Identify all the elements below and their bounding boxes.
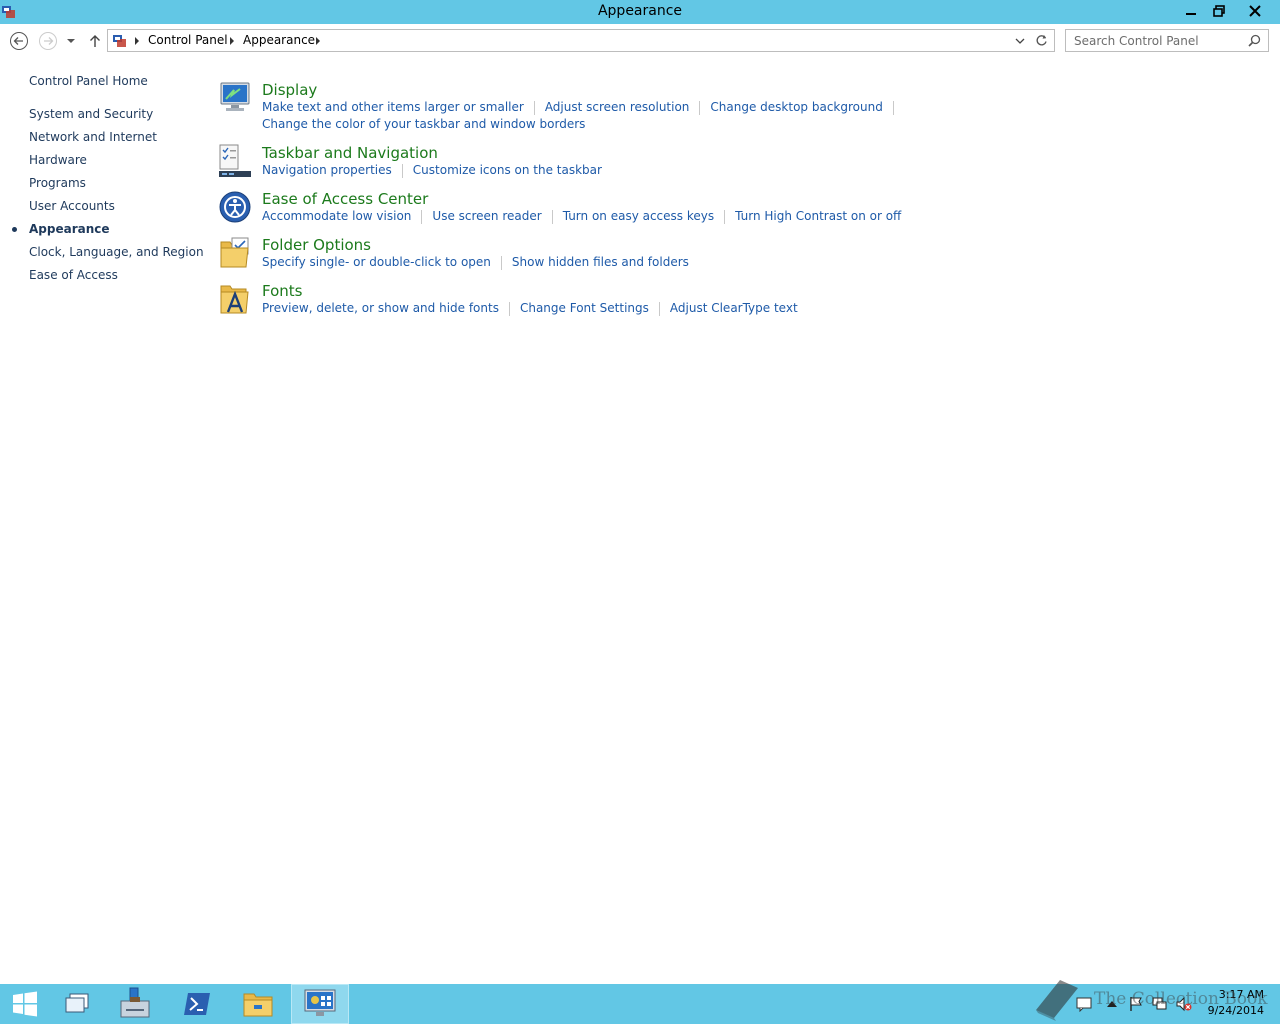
search-input[interactable] — [1066, 30, 1246, 51]
taskbar-app-control-panel[interactable] — [291, 984, 349, 1024]
window-title: Appearance — [597, 3, 683, 19]
powershell-icon — [184, 993, 210, 1015]
category-title[interactable]: Fonts — [262, 282, 302, 300]
category-links: Change the color of your taskbar and win… — [262, 117, 585, 131]
sidebar-item-programs[interactable]: Programs — [29, 176, 86, 190]
link-navigation-properties[interactable]: Navigation properties — [262, 163, 392, 177]
category-links: Preview, delete, or show and hide fonts C… — [262, 301, 798, 316]
link-taskbar-color[interactable]: Change the color of your taskbar and win… — [262, 117, 585, 131]
link-screen-resolution[interactable]: Adjust screen resolution — [545, 100, 690, 114]
address-dropdown-icon[interactable] — [1015, 37, 1025, 45]
breadcrumb-chevron-icon[interactable] — [134, 37, 140, 45]
watermark-text: The Collection Book — [1094, 989, 1268, 1009]
up-arrow-icon — [90, 35, 100, 47]
link-screen-reader[interactable]: Use screen reader — [432, 209, 541, 223]
server-manager-icon — [120, 987, 150, 1018]
taskbar-icon — [219, 144, 251, 177]
restore-button[interactable] — [1205, 0, 1233, 22]
link-low-vision[interactable]: Accommodate low vision — [262, 209, 411, 223]
folder-icon — [243, 993, 273, 1017]
divider — [533, 100, 535, 115]
sidebar-control-panel-home[interactable]: Control Panel Home — [29, 74, 148, 88]
chevron-down-icon — [67, 39, 75, 43]
category-links: Make text and other items larger or smal… — [262, 100, 904, 115]
link-cleartype[interactable]: Adjust ClearType text — [670, 301, 798, 315]
sidebar-item-clock-language-region[interactable]: Clock, Language, and Region — [29, 245, 204, 259]
link-customize-taskbar-icons[interactable]: Customize icons on the taskbar — [413, 163, 602, 177]
sidebar-item-system-and-security[interactable]: System and Security — [29, 107, 153, 121]
category-title[interactable]: Display — [262, 81, 317, 99]
breadcrumb-chevron-icon[interactable] — [229, 37, 235, 45]
divider — [551, 209, 553, 224]
taskbar-app-file-explorer[interactable] — [229, 984, 287, 1024]
link-access-keys[interactable]: Turn on easy access keys — [563, 209, 714, 223]
sidebar-item-network-and-internet[interactable]: Network and Internet — [29, 130, 157, 144]
taskbar: 3:17 AM 9/24/2014 — [0, 984, 1280, 1024]
divider — [508, 301, 510, 316]
minimize-button[interactable] — [1177, 0, 1205, 22]
link-hidden-files[interactable]: Show hidden files and folders — [512, 255, 689, 269]
divider — [421, 209, 423, 224]
breadcrumb-chevron-icon[interactable] — [315, 37, 321, 45]
control-panel-icon — [304, 989, 336, 1016]
sidebar-item-hardware[interactable]: Hardware — [29, 153, 87, 167]
taskbar-app-task-view[interactable] — [48, 984, 106, 1024]
taskbar-app-server-manager[interactable] — [106, 984, 164, 1024]
link-high-contrast[interactable]: Turn High Contrast on or off — [735, 209, 901, 223]
link-desktop-background[interactable]: Change desktop background — [710, 100, 882, 114]
forward-button[interactable] — [38, 31, 58, 51]
display-icon — [220, 82, 250, 111]
category-title[interactable]: Taskbar and Navigation — [262, 144, 438, 162]
control-panel-icon — [113, 35, 126, 47]
divider — [892, 100, 894, 115]
close-icon — [1249, 5, 1261, 17]
taskbar-app-powershell[interactable] — [168, 984, 226, 1024]
sidebar-item-user-accounts[interactable]: User Accounts — [29, 199, 115, 213]
folder-options-icon — [220, 237, 249, 268]
link-text-size[interactable]: Make text and other items larger or smal… — [262, 100, 524, 114]
search-box[interactable] — [1065, 29, 1269, 52]
forward-arrow-icon — [39, 32, 57, 50]
title-bar: Appearance — [0, 0, 1280, 24]
recent-locations-button[interactable] — [63, 31, 79, 51]
breadcrumb-control-panel[interactable]: Control Panel — [148, 33, 228, 47]
link-click-to-open[interactable]: Specify single- or double-click to open — [262, 255, 491, 269]
category-title[interactable]: Ease of Access Center — [262, 190, 428, 208]
fonts-icon — [220, 285, 249, 314]
ease-of-access-icon — [219, 191, 251, 223]
refresh-icon[interactable] — [1035, 34, 1048, 47]
divider — [500, 255, 502, 270]
divider — [401, 163, 403, 178]
link-font-settings[interactable]: Change Font Settings — [520, 301, 649, 315]
up-button[interactable] — [85, 31, 105, 51]
back-button[interactable] — [9, 31, 29, 51]
windows-stack-icon — [65, 993, 89, 1013]
active-bullet-icon — [12, 227, 17, 232]
category-links: Specify single- or double-click to open S… — [262, 255, 689, 270]
divider — [724, 209, 726, 224]
close-button[interactable] — [1233, 0, 1277, 22]
start-button[interactable] — [0, 984, 50, 1024]
sidebar-item-appearance: Appearance — [29, 222, 110, 236]
category-links: Accommodate low vision Use screen reader T… — [262, 209, 901, 224]
address-bar[interactable]: Control Panel Appearance — [107, 29, 1055, 52]
windows-logo-icon — [13, 991, 37, 1017]
divider — [658, 301, 660, 316]
minimize-icon — [1186, 13, 1196, 15]
search-icon[interactable] — [1248, 34, 1261, 47]
back-arrow-icon — [10, 32, 28, 50]
divider — [699, 100, 701, 115]
link-manage-fonts[interactable]: Preview, delete, or show and hide fonts — [262, 301, 499, 315]
category-links: Navigation properties Customize icons on … — [262, 163, 602, 178]
breadcrumb-appearance[interactable]: Appearance — [243, 33, 315, 47]
category-title[interactable]: Folder Options — [262, 236, 371, 254]
book-logo-icon — [1036, 980, 1078, 1021]
restore-icon — [1213, 5, 1225, 17]
sidebar-item-ease-of-access[interactable]: Ease of Access — [29, 268, 118, 282]
